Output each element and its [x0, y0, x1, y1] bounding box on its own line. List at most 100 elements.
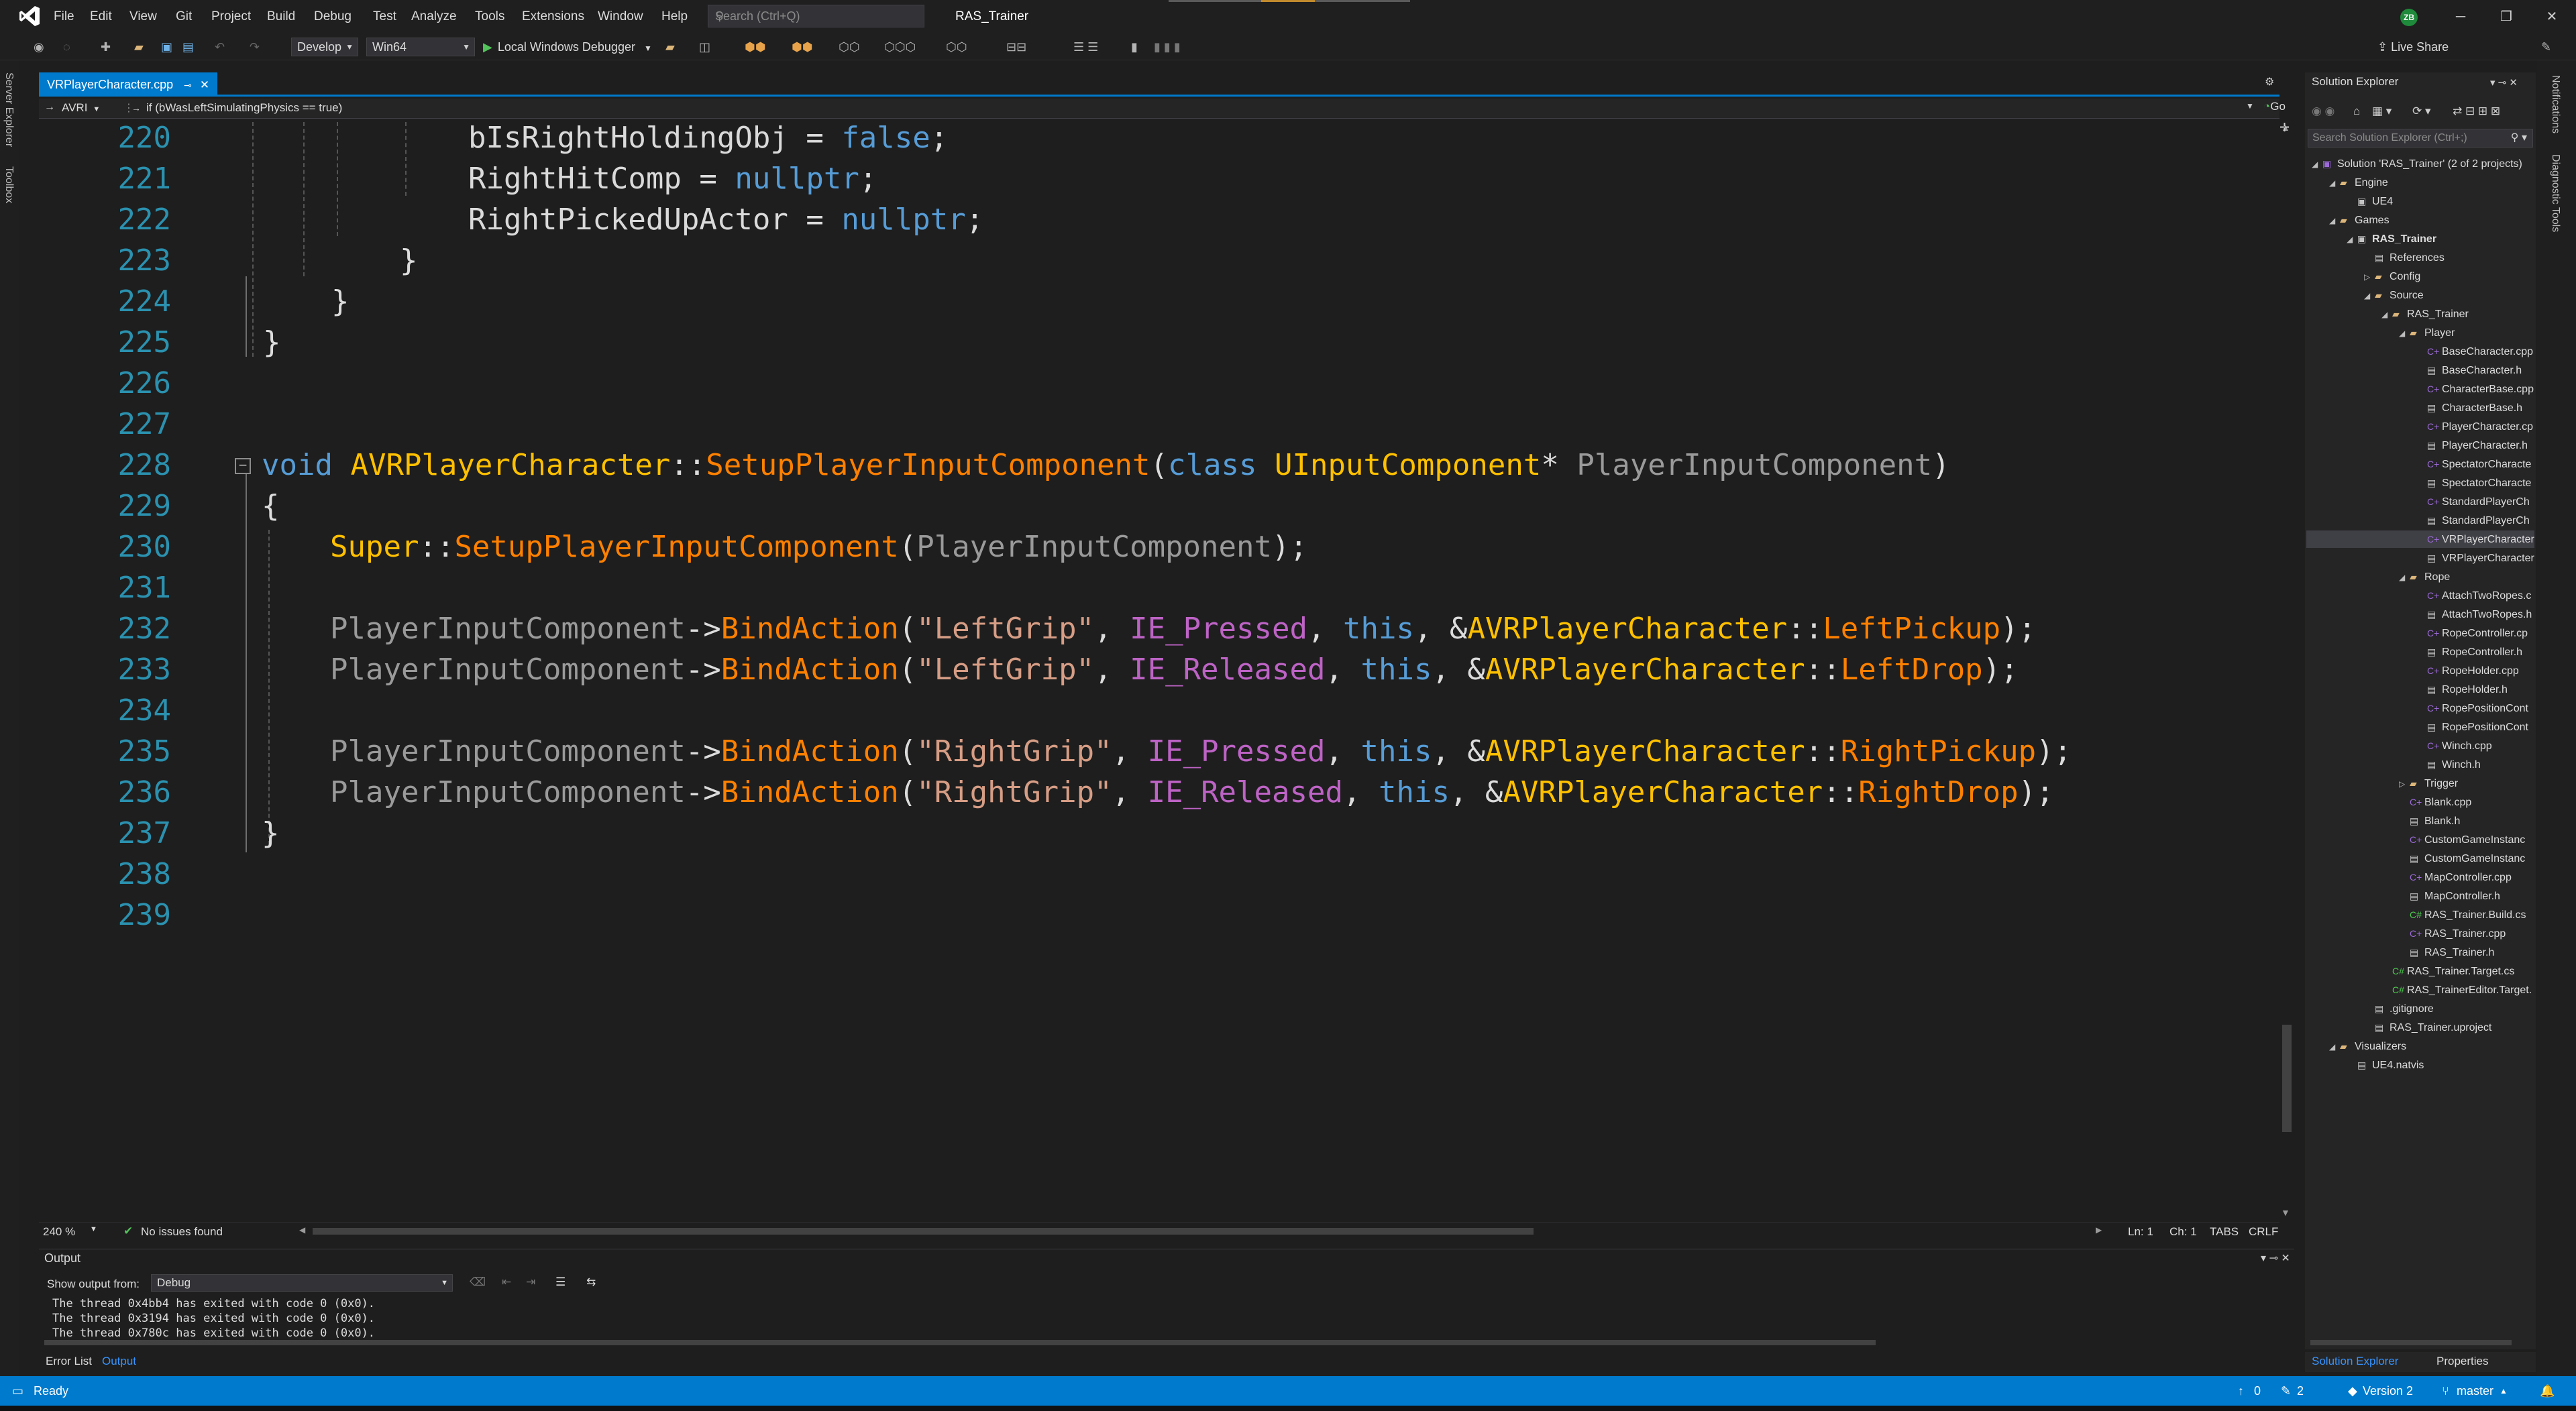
menu-test[interactable]: Test — [373, 0, 396, 34]
member-select[interactable]: → if (bWasLeftSimulatingPhysics == true) — [131, 99, 342, 117]
redo-icon[interactable]: ↷ — [250, 38, 260, 56]
output-source-select[interactable]: Debug ▼ — [151, 1274, 453, 1292]
start-debugging-button[interactable]: ▶ Local Windows Debugger ▼ — [483, 38, 652, 56]
tree-item[interactable]: ◢ ▣ RAS_Trainer — [2347, 230, 2436, 247]
step-icon[interactable]: ⬡⬡⬡ — [884, 38, 916, 56]
branch-name[interactable]: master — [2457, 1376, 2493, 1406]
collapse-arrow-icon[interactable]: ▷ — [2364, 268, 2375, 286]
chevron-up-icon[interactable]: ▲ — [2500, 1376, 2508, 1406]
platform-select[interactable]: Win64 ▼ — [366, 38, 475, 56]
tree-item[interactable]: C# RAS_Trainer.Build.cs — [2399, 906, 2526, 923]
tree-item[interactable]: C+ AttachTwoRopes.c — [2416, 587, 2531, 604]
scroll-down-icon[interactable]: ▼ — [2281, 1207, 2290, 1218]
switch-views-icon[interactable]: ▦ ▾ — [2372, 105, 2392, 118]
tree-item[interactable]: ▤ RAS_Trainer.uproject — [2364, 1019, 2491, 1036]
repository-name[interactable]: Version 2 — [2363, 1376, 2413, 1406]
search-icon[interactable]: ⚲ — [715, 5, 917, 27]
chevron-down-icon[interactable]: ▼ — [2246, 101, 2254, 111]
menu-debug[interactable]: Debug — [314, 0, 352, 34]
tree-item[interactable]: C+ RAS_Trainer.cpp — [2399, 925, 2506, 942]
server-explorer-tab[interactable]: Server Explorer — [3, 72, 15, 147]
notifications-tab[interactable]: Notifications — [2549, 75, 2561, 133]
tree-item[interactable]: ◢ ▣ Solution 'RAS_Trainer' (2 of 2 project… — [2312, 155, 2522, 172]
close-tab-icon[interactable]: ✕ — [200, 78, 209, 91]
tree-item[interactable]: ▤ RAS_Trainer.h — [2399, 944, 2494, 961]
find-icon[interactable]: ⬡⬡ — [839, 38, 859, 56]
rebuild-icon[interactable]: ⬢⬢ — [792, 38, 812, 56]
tree-item[interactable]: ▤ .gitignore — [2364, 1000, 2434, 1017]
menu-extensions[interactable]: Extensions — [522, 0, 584, 34]
tree-item[interactable]: ▷ ▰ Trigger — [2399, 775, 2458, 792]
tree-item[interactable]: ▤ BaseCharacter.h — [2416, 361, 2522, 379]
search-input[interactable]: Search (Ctrl+Q) ⚲ — [708, 5, 924, 27]
tree-item[interactable]: ▣ UE4 — [2347, 192, 2393, 210]
expand-arrow-icon[interactable]: ◢ — [2329, 174, 2340, 192]
tree-item[interactable]: C+ PlayerCharacter.cp — [2416, 418, 2533, 435]
forward-icon[interactable]: ◌ — [63, 38, 70, 56]
tree-item[interactable]: C+ MapController.cpp — [2399, 868, 2512, 886]
toolbox-tab[interactable]: Toolbox — [3, 166, 15, 203]
issues-status[interactable]: No issues found — [141, 1225, 223, 1239]
tree-item[interactable]: ▤ References — [2364, 249, 2445, 266]
tree-item[interactable]: C+ SpectatorCharacte — [2416, 455, 2531, 473]
tree-item[interactable]: ▤ Blank.h — [2399, 812, 2460, 830]
tree-item[interactable]: ▤ MapController.h — [2399, 887, 2500, 905]
tree-item[interactable]: C+ RopePositionCont — [2416, 699, 2528, 717]
menu-window[interactable]: Window — [598, 0, 643, 34]
tree-item[interactable]: ▤ VRPlayerCharacter — [2416, 549, 2534, 567]
tab-solution-explorer[interactable]: Solution Explorer — [2312, 1355, 2398, 1368]
tree-item[interactable]: ◢ ▰ Visualizers — [2329, 1037, 2406, 1055]
save-all-icon[interactable]: ▤ — [182, 38, 194, 56]
prev-message-icon[interactable]: ⇤ — [502, 1276, 511, 1289]
notification-bell-icon[interactable]: 🔔 — [2540, 1376, 2555, 1406]
sync-icon[interactable]: ⇄ ⊟ ⊞ ⊠ — [2453, 105, 2500, 118]
tree-item[interactable]: ▤ SpectatorCharacte — [2416, 474, 2531, 492]
tree-item[interactable]: ▤ RopePositionCont — [2416, 718, 2528, 736]
tree-item[interactable]: ▤ UE4.natvis — [2347, 1056, 2424, 1074]
tree-item[interactable]: ▷ ▰ Config — [2364, 268, 2420, 285]
scope-select[interactable]: AVRI ▼ — [62, 99, 122, 117]
vertical-scroll-thumb[interactable] — [2282, 1025, 2292, 1132]
tree-item[interactable]: C# RAS_TrainerEditor.Target. — [2381, 981, 2532, 999]
close-icon[interactable]: ✕ — [2529, 0, 2575, 34]
indent-indicator[interactable]: TABS — [2210, 1225, 2239, 1239]
minimize-icon[interactable]: ─ — [2438, 0, 2483, 34]
solution-search-input[interactable]: Search Solution Explorer (Ctrl+;) ⚲ ▾ — [2308, 129, 2533, 148]
tree-item[interactable]: ◢ ▰ Source — [2364, 286, 2424, 304]
tab-output[interactable]: Output — [102, 1355, 136, 1368]
expand-arrow-icon[interactable]: ◢ — [2381, 306, 2392, 323]
tree-item[interactable]: C# RAS_Trainer.Target.cs — [2381, 962, 2514, 980]
tab-settings-icon[interactable]: ⚙ — [2265, 75, 2274, 89]
tree-item[interactable]: ▤ StandardPlayerCh — [2416, 512, 2530, 529]
tree-item[interactable]: C+ CustomGameInstanc — [2399, 831, 2525, 848]
new-project-icon[interactable]: ✚ — [101, 38, 111, 56]
feedback-icon[interactable]: ✎ — [2541, 38, 2551, 56]
expand-arrow-icon[interactable]: ◢ — [2329, 212, 2340, 229]
tab-properties[interactable]: Properties — [2436, 1355, 2488, 1368]
expand-arrow-icon[interactable]: ◢ — [2329, 1038, 2340, 1056]
tree-item[interactable]: ◢ ▰ Engine — [2329, 174, 2388, 191]
collapse-icon[interactable]: − — [235, 458, 251, 474]
line-indicator[interactable]: Ln: 1 — [2128, 1225, 2153, 1239]
tree-item[interactable]: ▤ AttachTwoRopes.h — [2416, 606, 2532, 623]
restore-icon[interactable]: ❐ — [2483, 0, 2529, 34]
unpushed-count[interactable]: 0 — [2254, 1376, 2261, 1406]
next-message-icon[interactable]: ⇥ — [526, 1276, 535, 1289]
menu-git[interactable]: Git — [176, 0, 192, 34]
bookmark-nav-icon[interactable]: ▮ ▮ ▮ — [1154, 38, 1181, 56]
tree-item[interactable]: ◢ ▰ Player — [2399, 324, 2455, 341]
menu-help[interactable]: Help — [661, 0, 688, 34]
chevron-down-icon[interactable]: ▼ — [90, 1225, 97, 1233]
panel-menu-icon[interactable]: ▾ ⊸ ✕ — [2490, 76, 2518, 89]
tree-item[interactable]: ▤ RopeController.h — [2416, 643, 2522, 661]
output-horizontal-scroll-thumb[interactable] — [44, 1340, 1876, 1345]
document-tab[interactable]: VRPlayerCharacter.cpp ⊸ ✕ — [39, 72, 218, 97]
word-wrap-icon[interactable]: ☰ — [555, 1276, 566, 1289]
tab-error-list[interactable]: Error List — [46, 1355, 92, 1368]
pending-changes-icon[interactable]: ⟳ ▾ — [2412, 105, 2431, 118]
expand-arrow-icon[interactable]: ◢ — [2399, 569, 2410, 586]
tree-item[interactable]: C+ CharacterBase.cpp — [2416, 380, 2534, 398]
tree-item[interactable]: ▤ RopeHolder.h — [2416, 681, 2508, 698]
tree-item[interactable]: C+ StandardPlayerCh — [2416, 493, 2530, 510]
tree-item[interactable]: ◢ ▰ Games — [2329, 211, 2390, 229]
